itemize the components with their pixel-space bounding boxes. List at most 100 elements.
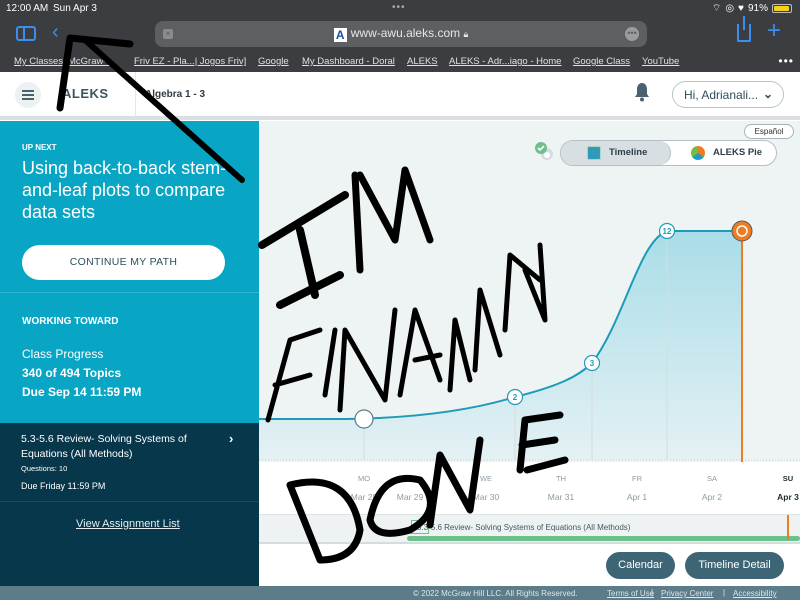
footer: © 2022 McGraw Hill LLC. All Rights Reser… xyxy=(0,586,800,600)
learner-status-icon[interactable] xyxy=(534,141,554,161)
copyright: © 2022 McGraw Hill LLC. All Rights Reser… xyxy=(413,589,578,598)
timeline-tab[interactable]: Timeline xyxy=(561,141,671,165)
app-header: ALEKS Algebra 1 - 3 Hi, Adrianali... ⌄ xyxy=(0,72,800,120)
day-name: TH xyxy=(556,474,566,483)
aleks-logo[interactable]: ALEKS xyxy=(62,86,109,101)
privacy-link[interactable]: Privacy Center xyxy=(661,589,713,598)
day-date: Mar 30 xyxy=(472,492,500,502)
day-date: Mar 31 xyxy=(547,492,575,502)
panel-divider xyxy=(0,292,259,293)
sidebar-toggle-button[interactable] xyxy=(16,26,36,41)
view-assignment-list-link[interactable]: View Assignment List xyxy=(76,518,180,530)
address-bar[interactable]: × Awww-awu.aleks.com 🔒︎ ••• xyxy=(155,21,647,47)
topics-progress: 340 of 494 Topics xyxy=(22,366,122,380)
timeline-days: MO Mar 28 TU Mar 29 WE Mar 30 TH Mar 31 FR Apr 1S… xyxy=(259,466,800,511)
timeline-marker-label: 2 xyxy=(513,393,518,402)
day-date: Apr 1 xyxy=(626,492,648,502)
accessibility-link[interactable]: Accessibility xyxy=(733,589,777,598)
screen: 12:00 AM Sun Apr 3 ••• ⌔ ◎ ♥ 91% ‹ × Aww… xyxy=(0,0,800,600)
lock-icon: 🔒︎ xyxy=(463,29,469,39)
hamburger-icon-line xyxy=(22,94,34,96)
bookmark-link[interactable]: Google Class xyxy=(573,56,630,67)
working-toward-label: WORKING TOWARD xyxy=(22,316,119,327)
class-progress-due: Due Sep 14 11:59 PM xyxy=(22,385,142,399)
up-next-label: UP NEXT xyxy=(22,143,57,152)
timeline-marker-label: 3 xyxy=(590,359,595,368)
view-toggle: Timeline ALEKS Pie xyxy=(560,140,777,166)
bookmark-link[interactable]: Friv EZ - Pla...| Jogos Friv] xyxy=(134,56,246,67)
back-button[interactable]: ‹ xyxy=(52,22,59,42)
timeline-chart: 2 3 12 xyxy=(259,220,800,462)
multitask-dots-icon[interactable]: ••• xyxy=(392,2,406,13)
bookmark-link[interactable]: Google xyxy=(258,56,289,67)
day-column-tu: TU Mar 29 xyxy=(380,474,440,502)
day-date: Apr 3 xyxy=(777,492,799,502)
menu-button[interactable] xyxy=(15,82,41,108)
up-next-panel: UP NEXT Using back-to-back stem-and-leaf… xyxy=(0,121,259,423)
status-date: Sun Apr 3 xyxy=(53,3,97,14)
status-icons: ⌔ ◎ ♥ 91% xyxy=(712,2,792,15)
assignment-timeline-row[interactable]: 5.3-5.6 Review- Solving Systems of Equat… xyxy=(259,514,800,544)
course-title[interactable]: Algebra 1 - 3 xyxy=(145,89,205,100)
timeline-marker-label: 12 xyxy=(663,227,672,236)
battery-level xyxy=(774,6,789,11)
wifi-icon: ⌔ xyxy=(711,3,722,14)
calendar-button[interactable]: Calendar xyxy=(606,552,675,579)
bookmark-link[interactable]: ALEKS xyxy=(407,56,438,67)
timeline-chart-area: 2 3 12 Español Timeline ALEKS Pie xyxy=(259,121,800,462)
bookmarks-bar: My Classes McGraw-... Friv EZ - Pla...| … xyxy=(0,54,800,72)
day-column-th: TH Mar 31 xyxy=(531,474,591,502)
current-position-marker xyxy=(731,220,753,242)
class-progress-label: Class Progress xyxy=(22,347,104,361)
timeline-tab-label: Timeline xyxy=(609,147,648,158)
timeline-detail-button[interactable]: Timeline Detail xyxy=(685,552,784,579)
bookmark-link[interactable]: ALEKS - Adr...iago - Home xyxy=(449,56,561,67)
day-name: SA xyxy=(706,474,717,483)
assignment-item[interactable]: 5.3-5.6 Review- Solving Systems of Equat… xyxy=(0,423,259,502)
progress-area xyxy=(259,231,742,460)
today-marker-line xyxy=(787,515,789,540)
user-greeting: Hi, Adrianali... xyxy=(684,88,759,102)
day-column-we: WE Mar 30 xyxy=(456,474,516,502)
header-divider xyxy=(135,72,136,116)
heart-icon: ♥ xyxy=(738,3,744,14)
notification-bell-icon[interactable] xyxy=(634,82,650,102)
up-next-topic: Using back-to-back stem-and-leaf plots t… xyxy=(22,158,227,222)
timeline-marker xyxy=(354,409,374,429)
timeline-main: 2 3 12 Español Timeline ALEKS Pie MO Mar 28… xyxy=(259,121,800,586)
bookmark-link[interactable]: My Dashboard - Doral xyxy=(302,56,395,67)
share-button[interactable] xyxy=(737,16,751,42)
status-time: 12:00 AM xyxy=(6,3,49,14)
bookmarks-more-icon[interactable]: ••• xyxy=(778,54,794,68)
battery-icon xyxy=(772,4,792,13)
more-options-icon[interactable]: ••• xyxy=(625,27,639,41)
bookmark-link[interactable]: McGraw-... xyxy=(68,56,114,67)
footer-separator: | xyxy=(651,588,654,597)
url-text: www-awu.aleks.com xyxy=(350,26,461,40)
day-column-sa: SA Apr 2 xyxy=(682,474,742,502)
orientation-lock-icon: ◎ xyxy=(725,3,735,14)
hamburger-icon-line xyxy=(22,98,34,100)
aleks-favicon-icon: A xyxy=(333,28,347,42)
browser-chrome: 12:00 AM Sun Apr 3 ••• ⌔ ◎ ♥ 91% ‹ × Aww… xyxy=(0,0,800,72)
chevron-down-icon: ⌄ xyxy=(762,87,773,101)
terms-link[interactable]: Terms of Use xyxy=(607,589,654,598)
day-column-fr: FR Apr 1 xyxy=(607,474,667,502)
url-display[interactable]: Awww-awu.aleks.com 🔒︎ xyxy=(155,26,647,42)
aleks-pie-tab[interactable]: ALEKS Pie xyxy=(671,141,776,165)
espanol-button[interactable]: Español xyxy=(744,124,794,139)
day-name: TU xyxy=(405,474,415,483)
day-name: SU xyxy=(782,474,794,483)
new-tab-button[interactable]: + xyxy=(767,19,781,43)
day-date: Mar 29 xyxy=(396,492,424,502)
aleks-pie-tab-label: ALEKS Pie xyxy=(713,147,763,158)
assignment-bar-label: 5.3-5.6 Review- Solving Systems of Equat… xyxy=(417,523,631,532)
bookmark-link[interactable]: My Classes xyxy=(14,56,63,67)
pie-chart-icon xyxy=(691,146,705,160)
assignment-questions: Questions: 10 xyxy=(21,464,68,473)
continue-my-path-button[interactable]: CONTINUE MY PATH xyxy=(22,245,225,280)
battery-percent: 91% xyxy=(747,3,768,14)
bookmark-link[interactable]: YouTube xyxy=(642,56,679,67)
user-menu-button[interactable]: Hi, Adrianali... ⌄ xyxy=(672,81,784,108)
day-date: Apr 2 xyxy=(701,492,723,502)
